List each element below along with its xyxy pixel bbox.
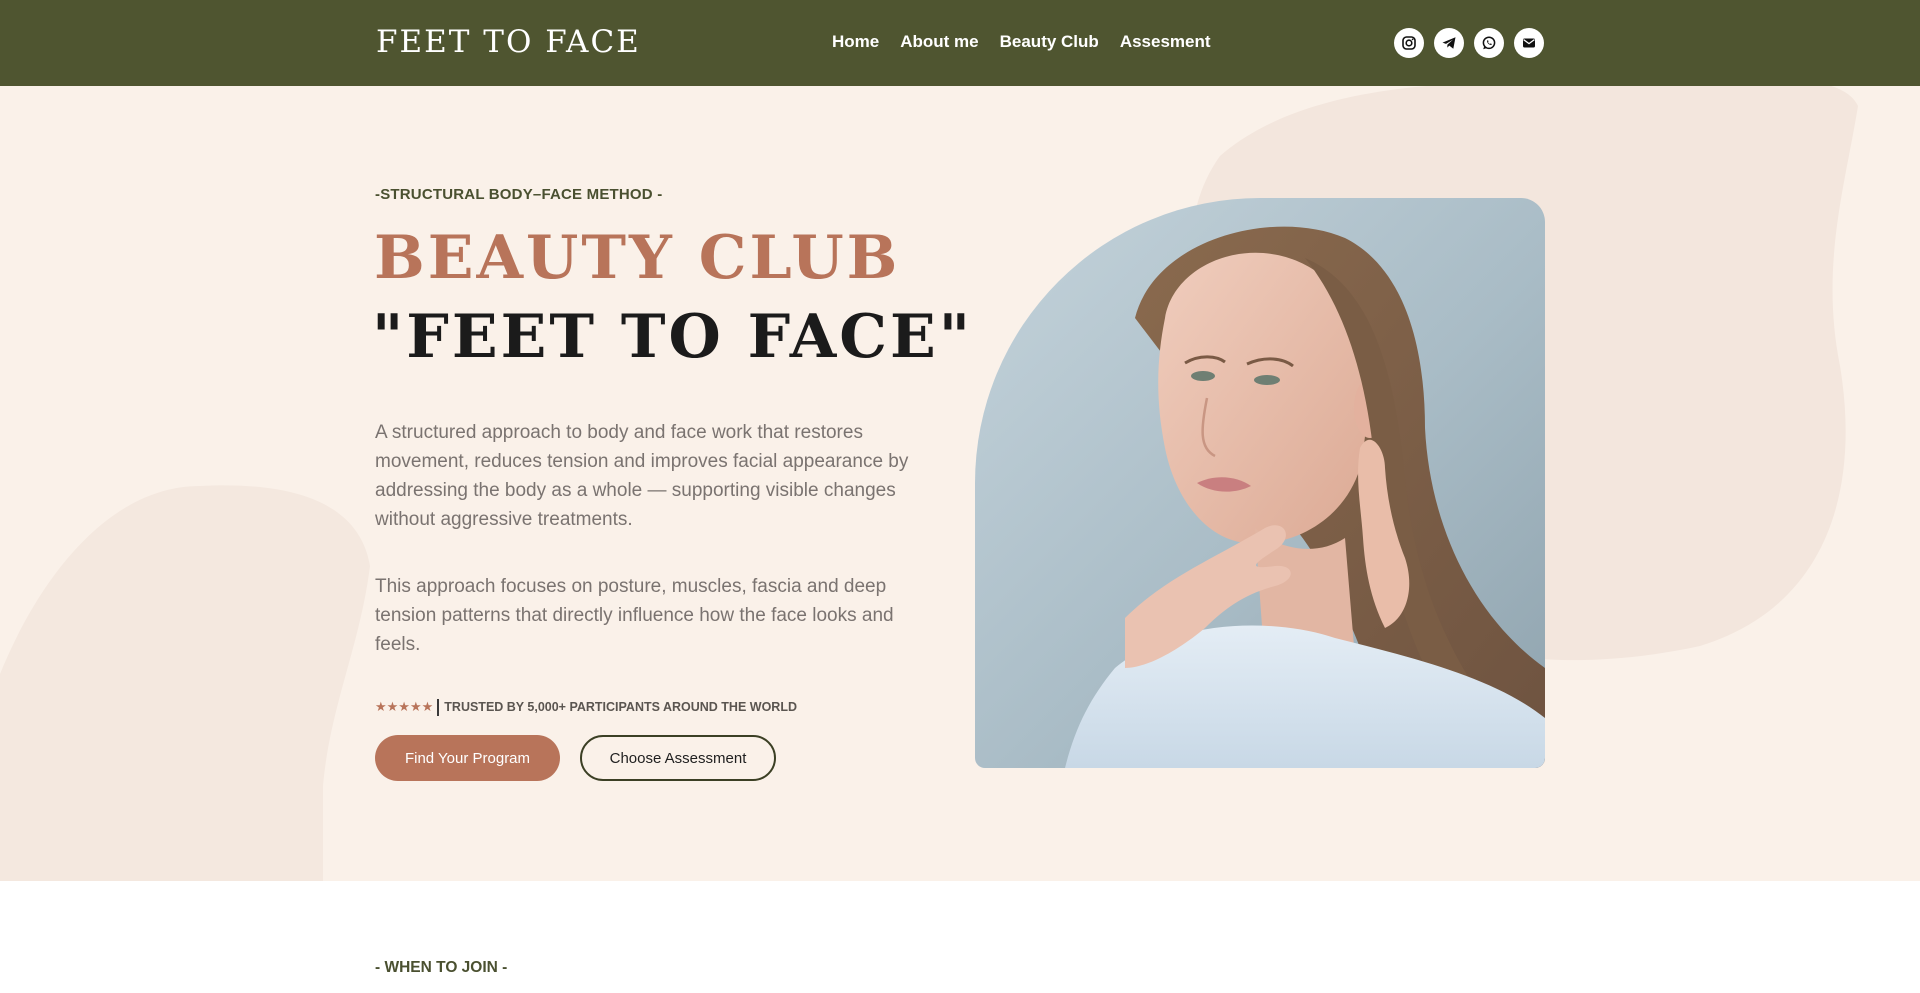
telegram-icon — [1442, 37, 1456, 49]
hero-title-line-1: BEAUTY CLUB — [374, 223, 901, 293]
whatsapp-link[interactable] — [1474, 28, 1504, 58]
social-links — [1394, 28, 1544, 58]
hero-section: -STRUCTURAL BODY–FACE METHOD - BEAUTY CL… — [0, 86, 1920, 881]
instagram-link[interactable] — [1394, 28, 1424, 58]
hero-paragraph-2: This approach focuses on posture, muscle… — [375, 576, 894, 655]
hero-paragraph-1: A structured approach to body and face w… — [375, 422, 909, 530]
trust-text: TRUSTED BY 5,000+ PARTICIPANTS AROUND TH… — [444, 700, 797, 714]
choose-assessment-button[interactable]: Choose Assessment — [580, 735, 776, 781]
hero-portrait-image — [975, 198, 1545, 768]
nav-beauty-club[interactable]: Beauty Club — [1000, 31, 1099, 53]
divider — [437, 698, 440, 716]
nav-about-me[interactable]: About me — [900, 31, 978, 53]
rating-stars-icon: ★★★★★ — [375, 699, 434, 714]
when-to-join-eyebrow: - WHEN TO JOIN - — [375, 959, 508, 976]
trust-badge: ★★★★★ TRUSTED BY 5,000+ PARTICIPANTS ARO… — [375, 698, 797, 716]
portrait-illustration — [1065, 226, 1545, 768]
instagram-icon — [1402, 36, 1416, 50]
hero-title-line-2: "FEET TO FACE" — [372, 302, 974, 372]
nav-home[interactable]: Home — [832, 31, 879, 53]
site-logo[interactable]: FEET TO FACE — [376, 24, 641, 60]
email-link[interactable] — [1514, 28, 1544, 58]
site-header: FEET TO FACE Home About me Beauty Club A… — [0, 0, 1920, 86]
background-blob-shapes — [0, 86, 1858, 881]
nav-assesment[interactable]: Assesment — [1120, 31, 1211, 53]
when-to-join-section: - WHEN TO JOIN - — [0, 881, 1920, 993]
find-program-button[interactable]: Find Your Program — [375, 735, 560, 781]
telegram-link[interactable] — [1434, 28, 1464, 58]
main-nav: Home About me Beauty Club Assesment — [832, 31, 1211, 53]
whatsapp-icon — [1482, 36, 1496, 50]
email-icon — [1523, 38, 1535, 48]
hero-eyebrow: -STRUCTURAL BODY–FACE METHOD - — [375, 186, 663, 203]
